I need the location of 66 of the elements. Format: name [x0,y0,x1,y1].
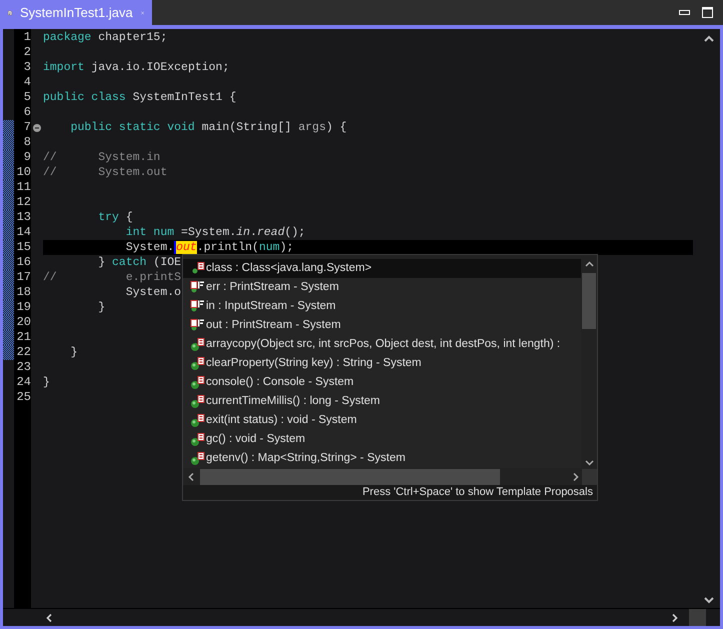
line-number: 17 [16,270,31,285]
code-line: } [43,375,50,390]
scrollbar-corner [689,609,706,626]
line-number: 18 [16,285,31,300]
static-method-icon [190,432,205,446]
line-number: 3 [24,60,31,75]
scroll-right-icon[interactable] [671,612,679,622]
line-number: 23 [16,360,31,375]
static-final-field-icon [190,300,205,314]
code-line: // e.printS [43,270,182,285]
code-line: // System.out [43,165,168,180]
static-final-field-icon [190,318,205,332]
line-number: 4 [24,75,31,90]
tab-title: SystemInTest1.java [20,4,133,22]
static-method-icon [190,452,205,466]
horizontal-scrollbar-thumb[interactable] [200,469,500,485]
line-number: 14 [16,225,31,240]
minimize-icon[interactable] [679,10,690,15]
scroll-left-icon[interactable] [45,612,53,622]
static-method-icon [190,356,205,370]
line-number: 21 [16,330,31,345]
code-line: System.o [124,285,182,300]
line-number: 1 [24,30,31,45]
code-line: package chapter15; [43,30,168,45]
code-line: int num =System.in.read(); [124,225,306,240]
scroll-down-icon[interactable] [704,597,714,604]
line-number: 20 [16,315,31,330]
line-number: 15 [16,240,31,255]
line-number: 25 [16,390,31,405]
code-line: public static void main(String[] args) { [70,120,347,135]
static-method-icon [190,338,205,352]
line-number: 10 [16,165,31,180]
static-final-field-icon [190,280,205,294]
scroll-down-icon[interactable] [584,460,594,466]
code-line: } [97,300,106,315]
line-number: 5 [24,90,31,105]
line-number: 24 [16,375,31,390]
line-number: 22 [16,345,31,360]
maximize-icon[interactable] [702,7,713,18]
editor-tab[interactable]: SystemInTest1.java [0,0,152,25]
proposal-item[interactable]: class : Class<java.lang.System> [183,259,581,278]
line-number: 19 [16,300,31,315]
static-method-icon [190,376,205,390]
collapse-icon[interactable] [33,124,41,132]
line-number: 16 [16,255,31,270]
status-hint: Press 'Ctrl+Space' to show Template Proposals [362,485,593,500]
line-number: 12 [16,195,31,210]
line-number: 2 [24,45,31,60]
code-line: import java.io.IOException; [43,60,230,75]
scroll-up-icon[interactable] [584,261,594,267]
code-line: } catch (IOE [97,255,182,270]
static-method-icon [190,414,205,428]
scroll-up-icon[interactable] [704,35,714,42]
static-field-icon [190,262,205,276]
line-number: 8 [24,135,31,150]
code-line: } [70,345,78,360]
line-number: 13 [16,210,31,225]
code-line: public class SystemInTest1 { [43,90,236,105]
code-line: // System.in [43,150,160,165]
line-number: 7 [24,120,31,135]
static-method-icon [190,394,205,408]
scrollbar-thumb[interactable] [582,273,596,329]
line-number: 9 [24,150,31,165]
code-line: try { [97,210,133,225]
line-number: 11 [16,180,31,195]
line-number: 6 [24,105,31,120]
